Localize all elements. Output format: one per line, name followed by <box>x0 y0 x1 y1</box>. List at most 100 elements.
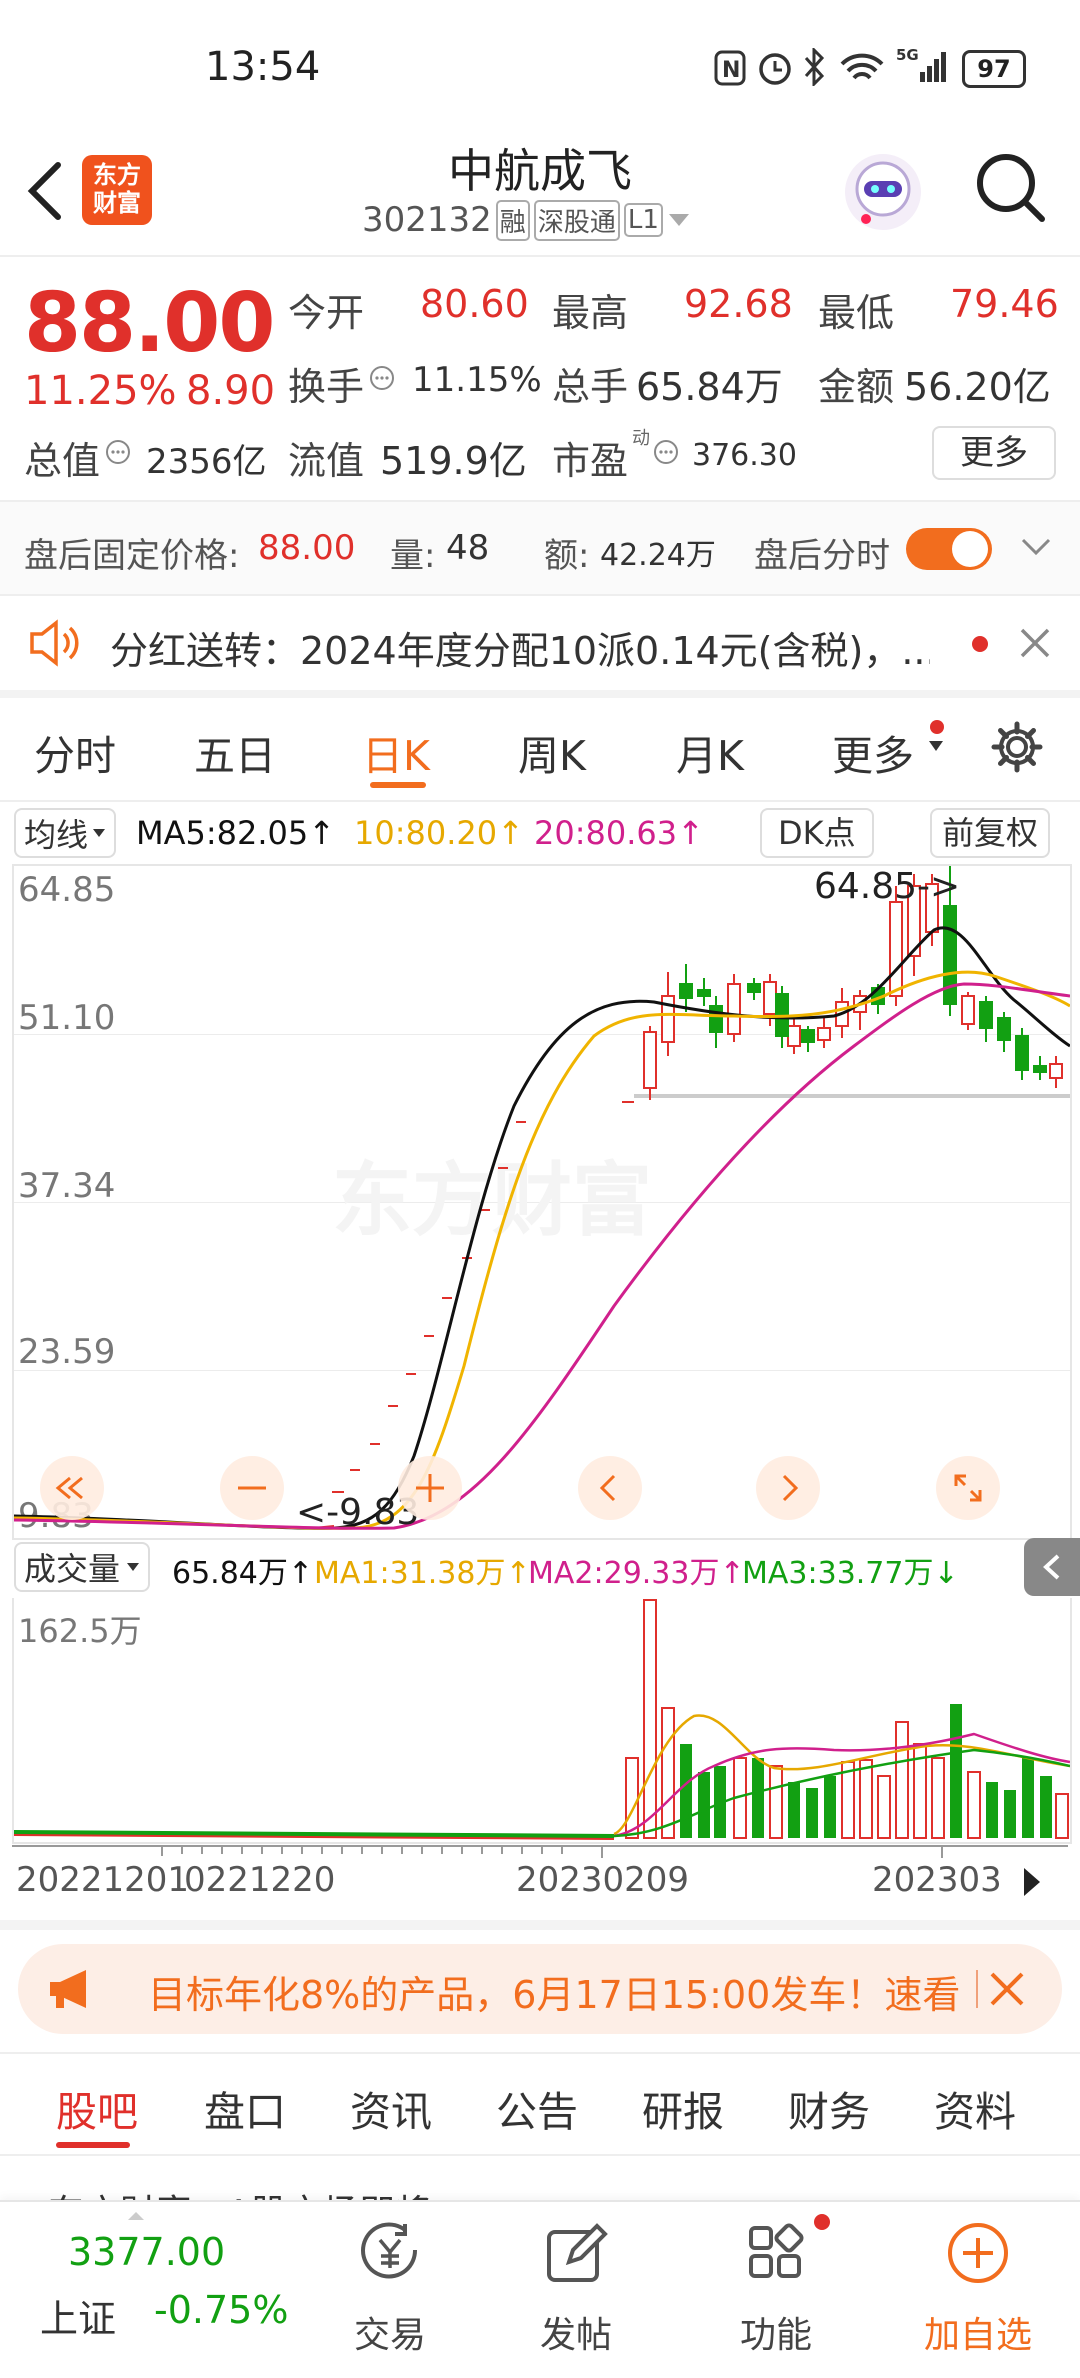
ad-banner[interactable]: 目标年化8%的产品，6月17日15:00发车！速看 <box>18 1944 1062 2034</box>
volume-selector[interactable]: 成交量 <box>14 1542 151 1592</box>
tab-five-day[interactable]: 五日 <box>194 722 276 782</box>
header: 东方 财富 中航成飞 302132 融 深股通 L1 <box>0 135 1080 255</box>
volume-plot <box>14 1599 1070 1840</box>
gear-icon[interactable] <box>990 720 1044 774</box>
info-icon[interactable] <box>368 364 396 392</box>
notice-divider <box>0 690 1080 698</box>
back-icon[interactable] <box>24 159 64 223</box>
float-value: 519.9亿 <box>380 439 527 483</box>
scroll-left-button[interactable] <box>40 1456 104 1520</box>
speaker-icon <box>26 618 80 668</box>
nav-trade[interactable]: 交易 <box>330 2212 450 2362</box>
robot-assistant-icon[interactable] <box>840 149 926 235</box>
close-icon[interactable] <box>1018 626 1052 660</box>
toggle-knob <box>952 531 988 567</box>
volume-value: 65.84万 <box>636 365 783 409</box>
nav-functions[interactable]: 功能 <box>716 2212 836 2362</box>
after-hours-toggle[interactable] <box>906 528 992 570</box>
volume-value: 65.84万↑ <box>172 1556 314 1591</box>
tab-forum[interactable]: 股吧 <box>56 2078 138 2138</box>
x-axis-scroll-right-button[interactable] <box>1004 1854 1060 1910</box>
tab-order-book[interactable]: 盘口 <box>204 2078 286 2138</box>
tab-daily-k[interactable]: 日K <box>362 722 430 782</box>
tab-more[interactable]: 更多 <box>832 722 914 782</box>
ma10-value: 10:80.20↑ <box>354 814 524 852</box>
next-button[interactable] <box>756 1456 820 1520</box>
tab-announcements[interactable]: 公告 <box>496 2078 578 2138</box>
volume-chart[interactable]: 162.5万 <box>12 1598 1072 1844</box>
after-hours-vol-label: 量: <box>390 536 436 576</box>
nfc-icon: N <box>714 50 746 86</box>
functions-unread-dot <box>814 2214 830 2230</box>
more-button[interactable]: 更多 <box>932 426 1056 480</box>
tab-intraday[interactable]: 分时 <box>34 722 116 782</box>
search-icon[interactable] <box>972 149 1048 225</box>
edit-icon <box>547 2223 608 2282</box>
info-icon[interactable] <box>104 438 132 466</box>
nav-functions-label: 功能 <box>739 2315 812 2356</box>
pe-label: 市盈 <box>552 439 629 483</box>
app-logo[interactable]: 东方 财富 <box>82 155 152 225</box>
tab-weekly-k[interactable]: 周K <box>518 722 586 782</box>
x-tick-label: 20221201 <box>16 1860 190 1900</box>
kline-chart[interactable]: 东方财富 64.85 51.10 37.34 23.59 9.83 <box>12 864 1072 1540</box>
ma-selector[interactable]: 均线 <box>14 808 117 858</box>
battery-level: 97 <box>977 55 1011 83</box>
nav-add-watchlist[interactable]: 加自选 <box>908 2212 1048 2362</box>
nav-add-watchlist-label: 加自选 <box>923 2315 1032 2356</box>
fullscreen-button[interactable] <box>936 1456 1000 1520</box>
turnover-label: 换手 <box>288 365 365 409</box>
ma-selector-label: 均线 <box>24 816 89 854</box>
zoom-out-button[interactable] <box>220 1456 284 1520</box>
x-tick-label: 20230209 <box>516 1860 690 1900</box>
mktcap-value: 2356亿 <box>146 442 267 482</box>
svg-text:N: N <box>722 58 740 83</box>
vol-ma2: MA2:29.33万↑ <box>528 1556 745 1591</box>
nav-post-label: 发帖 <box>539 2315 612 2356</box>
ad-text: 目标年化8%的产品，6月17日15:00发车！速看 <box>148 1973 961 2017</box>
dropdown-triangle-icon <box>667 212 691 228</box>
notice-bar[interactable]: 分红送转：2024年度分配10派0.14元(含税)，... <box>0 596 1080 690</box>
after-hours-amt: 42.24万 <box>600 538 716 573</box>
stock-code: 302132 <box>362 200 492 240</box>
volume-label: 总手 <box>552 365 629 409</box>
chart-bottom-divider <box>0 1920 1080 1930</box>
chevron-down-icon[interactable] <box>1020 536 1052 558</box>
megaphone-icon <box>46 1966 98 2012</box>
bottom-nav: 3377.00 上证 -0.75% 交易 发帖 功能 加自选 <box>0 2200 1080 2378</box>
last-price: 88.00 <box>24 276 275 371</box>
quote-panel: 88.00 11.25% 8.90 今开 80.60 最高 92.68 最低 7… <box>0 258 1080 498</box>
prev-button[interactable] <box>578 1456 642 1520</box>
notice-unread-dot <box>972 636 988 652</box>
mktcap-label: 总值 <box>24 439 101 483</box>
vol-ma3: MA3:33.77万↓ <box>742 1556 959 1591</box>
max-price-label: 64.85-> <box>814 866 961 907</box>
tag-level: L1 <box>623 203 663 237</box>
dk-point-button[interactable]: DK点 <box>760 808 874 858</box>
tab-profile[interactable]: 资料 <box>934 2078 1016 2138</box>
tab-financials[interactable]: 财务 <box>788 2078 870 2138</box>
signal-icon: 5G <box>896 46 950 86</box>
tab-news[interactable]: 资讯 <box>350 2078 432 2138</box>
chevron-down-icon <box>126 1562 140 1572</box>
low-value: 79.46 <box>950 282 1059 326</box>
nav-post[interactable]: 发帖 <box>516 2212 636 2362</box>
adjust-button[interactable]: 前复权 <box>930 808 1051 858</box>
after-hours-price: 88.00 <box>258 528 356 568</box>
tab-research[interactable]: 研报 <box>642 2078 724 2138</box>
zoom-in-button[interactable] <box>398 1456 462 1520</box>
tab-monthly-k[interactable]: 月K <box>676 722 744 782</box>
status-bar: 13:54 N 5G 97 <box>0 0 1080 135</box>
stock-code-row[interactable]: 302132 融 深股通 L1 <box>362 199 691 241</box>
index-value[interactable]: 3377.00 <box>68 2230 225 2274</box>
clock: 13:54 <box>205 44 321 90</box>
tab-active-underline <box>370 782 426 788</box>
info-icon[interactable] <box>652 438 680 466</box>
collapse-panel-button[interactable] <box>1024 1538 1080 1596</box>
ma-legend-bar: 均线 MA5:82.05↑ 10:80.20↑ 20:80.63↑ DK点 前复… <box>0 804 1080 860</box>
grid-icon <box>749 2223 804 2278</box>
index-change: -0.75% <box>154 2288 289 2332</box>
chevron-up-icon <box>126 2210 146 2222</box>
close-icon[interactable] <box>988 1970 1026 2008</box>
change-amount: 8.90 <box>186 368 276 414</box>
